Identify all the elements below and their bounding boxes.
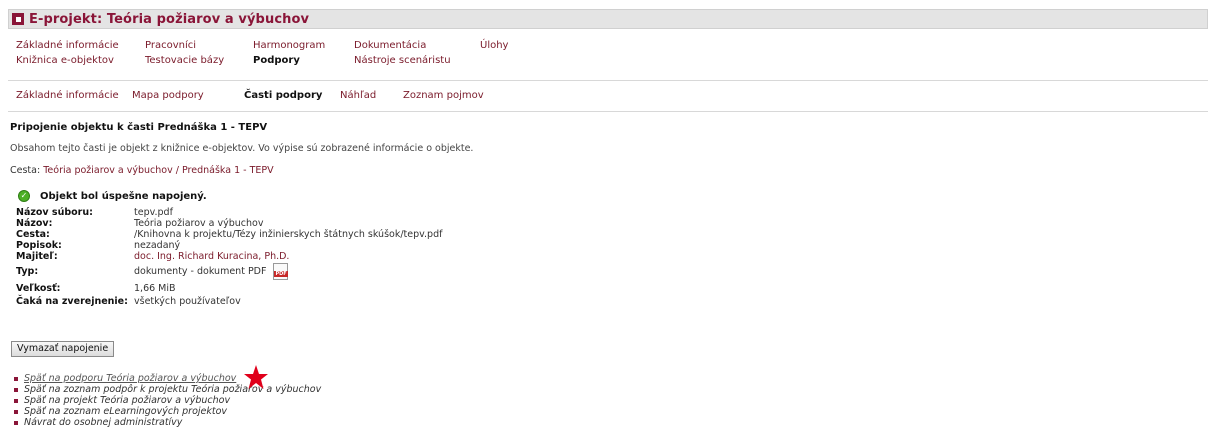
back-to-admin-link[interactable]: Návrat do osobnej administratívy bbox=[24, 417, 182, 428]
menu-test-bases[interactable]: Testovacie bázy bbox=[145, 55, 224, 66]
menu-documentation[interactable]: Dokumentácia bbox=[354, 40, 426, 51]
info-value: 1,66 MiB bbox=[134, 283, 176, 294]
back-to-support-link[interactable]: Späť na podporu Teória požiarov a výbuch… bbox=[24, 373, 236, 384]
tab-support-map[interactable]: Mapa podpory bbox=[132, 90, 204, 101]
square-bullet-icon bbox=[14, 398, 18, 403]
section-heading: Pripojenie objektu k časti Prednáška 1 -… bbox=[10, 122, 268, 133]
info-value: /Knihovna k projektu/Tézy inžinierskych … bbox=[134, 229, 443, 240]
red-star-icon bbox=[244, 365, 268, 389]
list-item: Späť na zoznam eLearningových projektov bbox=[14, 406, 321, 417]
info-label: Popisok: bbox=[16, 240, 62, 251]
menu-schedule[interactable]: Harmonogram bbox=[253, 40, 325, 51]
info-row: Názov súboru: tepv.pdf bbox=[16, 207, 442, 218]
info-label: Majiteľ: bbox=[16, 251, 58, 262]
info-label: Názov súboru: bbox=[16, 207, 93, 218]
menu-object-library[interactable]: Knižnica e-objektov bbox=[16, 55, 114, 66]
page-header: E-projekt: Teória požiarov a výbuchov bbox=[8, 9, 1208, 29]
info-label: Veľkosť: bbox=[16, 283, 61, 294]
breadcrumb-link-part[interactable]: Prednáška 1 - TEPV bbox=[182, 165, 274, 176]
tab-glossary[interactable]: Zoznam pojmov bbox=[403, 90, 484, 101]
breadcrumb-link-project[interactable]: Teória požiarov a výbuchov bbox=[43, 165, 173, 176]
info-row: Popisok: nezadaný bbox=[16, 240, 442, 251]
remove-link-button[interactable]: Vymazať napojenie bbox=[11, 341, 115, 357]
breadcrumb-label: Cesta: bbox=[10, 165, 41, 176]
info-label: Typ: bbox=[16, 266, 39, 277]
info-row: Majiteľ: doc. Ing. Richard Kuracina, Ph.… bbox=[16, 251, 442, 262]
success-message: ✓ Objekt bol úspešne napojený. bbox=[18, 190, 207, 202]
breadcrumb-separator: / bbox=[172, 165, 182, 176]
square-bullet-icon bbox=[12, 13, 24, 25]
info-value: Teória požiarov a výbuchov bbox=[134, 218, 264, 229]
info-value: nezadaný bbox=[134, 240, 181, 251]
info-row: Veľkosť: 1,66 MiB bbox=[16, 281, 442, 296]
info-label: Cesta: bbox=[16, 229, 50, 240]
square-bullet-icon bbox=[14, 420, 18, 425]
square-bullet-icon bbox=[14, 387, 18, 392]
pdf-file-icon: PDF bbox=[273, 263, 289, 280]
menu-tasks[interactable]: Úlohy bbox=[480, 40, 508, 51]
info-value: tepv.pdf bbox=[134, 207, 173, 218]
object-info-table: Názov súboru: tepv.pdf Názov: Teória pož… bbox=[16, 207, 442, 307]
tab-basic-info[interactable]: Základné informácie bbox=[16, 90, 119, 101]
menu-basic-info[interactable]: Základné informácie bbox=[16, 40, 119, 51]
back-to-project-link[interactable]: Späť na projekt Teória požiarov a výbuch… bbox=[24, 395, 230, 406]
breadcrumb: Cesta: Teória požiarov a výbuchov / Pred… bbox=[10, 165, 274, 176]
owner-link[interactable]: doc. Ing. Richard Kuracina, Ph.D. bbox=[134, 251, 289, 262]
section-description: Obsahom tejto časti je objekt z knižnice… bbox=[10, 143, 474, 154]
back-links-list: Späť na podporu Teória požiarov a výbuch… bbox=[14, 373, 321, 428]
back-to-projects-list-link[interactable]: Späť na zoznam eLearningových projektov bbox=[24, 406, 227, 417]
info-row: Cesta: /Knihovna k projektu/Tézy inžinie… bbox=[16, 229, 442, 240]
menu-supports[interactable]: Podpory bbox=[253, 55, 300, 66]
info-row: Názov: Teória požiarov a výbuchov bbox=[16, 218, 442, 229]
tab-preview[interactable]: Náhľad bbox=[340, 90, 376, 101]
square-bullet-icon bbox=[14, 409, 18, 414]
info-row: Čaká na zverejnenie: všetkých používateľ… bbox=[16, 296, 442, 307]
page-title: E-projekt: Teória požiarov a výbuchov bbox=[29, 11, 310, 27]
check-icon: ✓ bbox=[18, 190, 30, 202]
info-label: Čaká na zverejnenie: bbox=[16, 296, 128, 307]
tab-support-parts[interactable]: Časti podpory bbox=[244, 90, 322, 101]
success-text: Objekt bol úspešne napojený. bbox=[40, 190, 207, 202]
back-to-support-list-link[interactable]: Späť na zoznam podpôr k projektu Teória … bbox=[24, 384, 321, 395]
square-bullet-icon bbox=[14, 376, 18, 381]
info-value: dokumenty - dokument PDF bbox=[134, 266, 267, 277]
list-item: Späť na zoznam podpôr k projektu Teória … bbox=[14, 384, 321, 395]
info-label: Názov: bbox=[16, 218, 53, 229]
list-item: Späť na podporu Teória požiarov a výbuch… bbox=[14, 373, 321, 384]
list-item: Späť na projekt Teória požiarov a výbuch… bbox=[14, 395, 321, 406]
menu-staff[interactable]: Pracovníci bbox=[145, 40, 196, 51]
info-row: Typ: dokumenty - dokument PDF PDF bbox=[16, 262, 442, 281]
divider bbox=[8, 111, 1208, 112]
menu-script-tools[interactable]: Nástroje scenáristu bbox=[354, 55, 451, 66]
divider bbox=[8, 80, 1208, 81]
list-item: Návrat do osobnej administratívy bbox=[14, 417, 321, 428]
info-value: všetkých používateľov bbox=[134, 296, 241, 307]
